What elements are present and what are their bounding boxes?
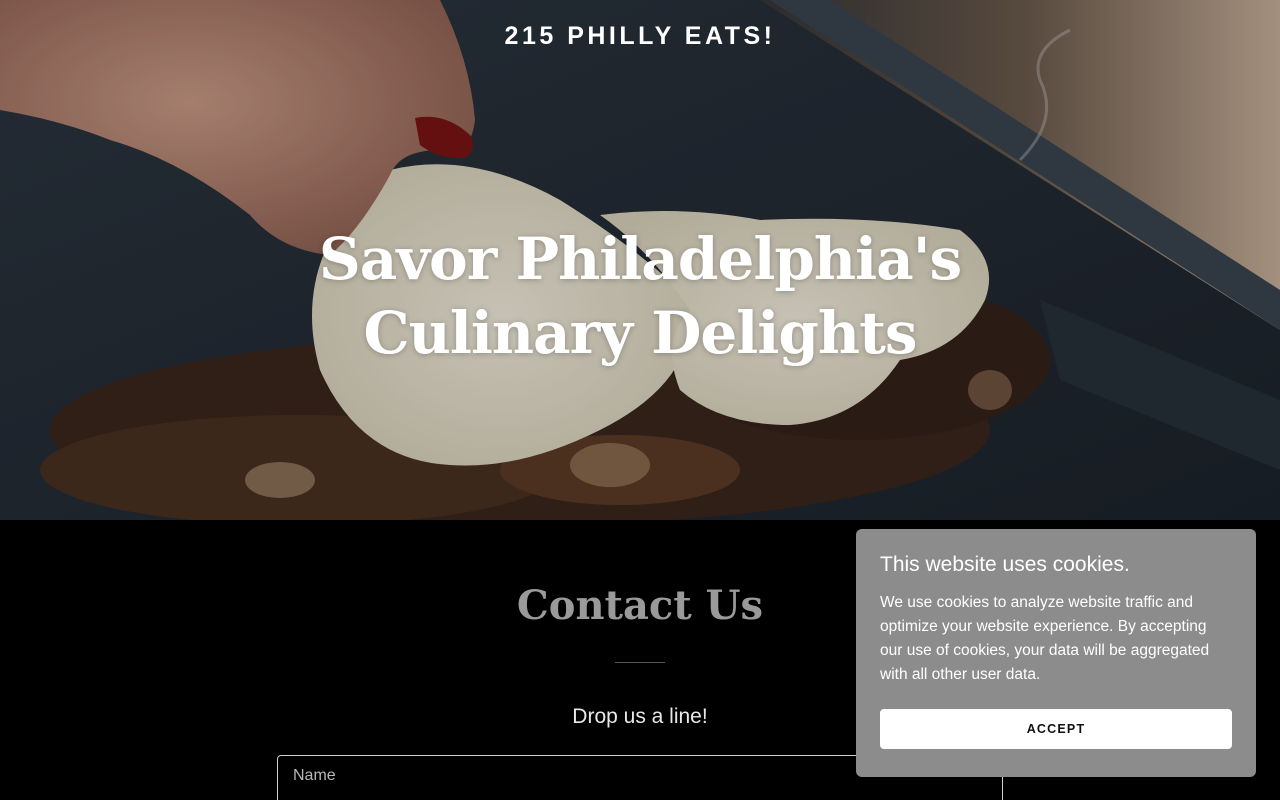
section-divider [615,662,665,663]
cookie-banner: This website uses cookies. We use cookie… [856,529,1256,777]
hero-headline: Savor Philadelphia's Culinary Delights [318,225,962,367]
page: 215 PHILLY EATS! Savor Philadelphia's Cu… [0,0,1280,800]
cookie-title: This website uses cookies. [880,553,1130,576]
site-brand[interactable]: 215 PHILLY EATS! [0,22,1280,51]
accept-cookies-button[interactable]: ACCEPT [880,709,1232,749]
hero-section: 215 PHILLY EATS! Savor Philadelphia's Cu… [0,0,1280,520]
cookie-body: We use cookies to analyze website traffi… [880,594,1210,683]
